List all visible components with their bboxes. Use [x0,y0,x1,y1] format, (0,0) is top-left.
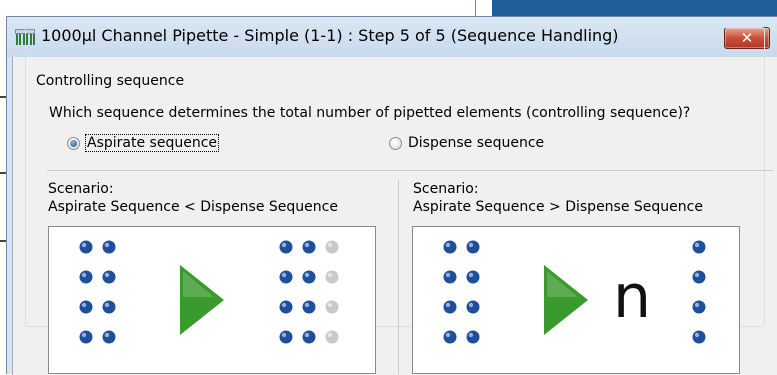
scenario-left-description: Aspirate Sequence < Dispense Sequence [48,199,338,215]
filled-well [102,300,116,314]
well-highlight [104,272,110,278]
filled-well [466,240,480,254]
well-highlight [81,302,87,308]
radio-aspirate-sequence[interactable]: Aspirate sequence [67,133,219,153]
empty-well [325,240,339,254]
well-highlight [694,332,700,338]
filled-well [692,330,706,344]
filled-well [443,240,457,254]
n-multiplier-label: n [613,262,651,332]
scenario-right-graphic: n [443,240,706,344]
well-highlight [445,242,451,248]
well-highlight [327,332,333,338]
scenario-right-heading: Scenario: [413,181,479,197]
filled-well [692,270,706,284]
well-highlight [104,332,110,338]
well-highlight [468,242,474,248]
filled-well [79,240,93,254]
filled-well [279,270,293,284]
filled-well [79,270,93,284]
filled-well [279,240,293,254]
question-text: Which sequence determines the total numb… [49,105,691,121]
well-highlight [304,242,310,248]
radio-dispense-sequence[interactable]: Dispense sequence [389,133,544,153]
empty-well [325,270,339,284]
scenario-divider [398,180,399,374]
well-highlight [281,332,287,338]
well-highlight [281,302,287,308]
well-highlight [104,302,110,308]
group-title: Controlling sequence [33,73,188,89]
well-highlight [694,242,700,248]
filled-well [302,300,316,314]
empty-well [325,330,339,344]
scenario-right-illustration: n [412,226,740,374]
well-highlight [694,272,700,278]
scenario-right-description: Aspirate Sequence > Dispense Sequence [413,199,703,215]
well-highlight [281,272,287,278]
filled-well [102,240,116,254]
well-highlight [327,302,333,308]
empty-well [325,300,339,314]
separator [47,170,773,171]
well-highlight [445,302,451,308]
filled-well [466,270,480,284]
well-highlight [104,242,110,248]
radio-unchecked-icon [389,136,402,150]
filled-well [79,300,93,314]
well-highlight [445,332,451,338]
filled-well [302,270,316,284]
filled-well [466,300,480,314]
background-blue-panel [492,0,777,17]
filled-well [466,330,480,344]
filled-well [692,240,706,254]
filled-well [102,270,116,284]
background-divider [475,0,476,17]
well-highlight [327,242,333,248]
filled-well [443,270,457,284]
scenario-left-graphic [79,240,339,344]
well-highlight [281,242,287,248]
filled-well [79,330,93,344]
well-highlight [81,242,87,248]
filled-well [302,240,316,254]
well-highlight [468,302,474,308]
well-highlight [445,272,451,278]
filled-well [302,330,316,344]
radio-label-aspirate: Aspirate sequence [85,134,219,152]
filled-well [279,330,293,344]
scenario-left-heading: Scenario: [48,181,114,197]
well-highlight [468,332,474,338]
radio-checked-icon [67,136,80,150]
well-highlight [327,272,333,278]
well-highlight [81,272,87,278]
well-highlight [304,332,310,338]
filled-well [443,300,457,314]
filled-well [102,330,116,344]
filled-well [443,330,457,344]
filled-well [692,300,706,314]
well-highlight [304,272,310,278]
well-highlight [468,272,474,278]
well-highlight [694,302,700,308]
scenario-left-illustration [48,226,376,374]
filled-well [279,300,293,314]
radio-label-dispense: Dispense sequence [408,135,545,151]
well-highlight [81,332,87,338]
well-highlight [304,302,310,308]
